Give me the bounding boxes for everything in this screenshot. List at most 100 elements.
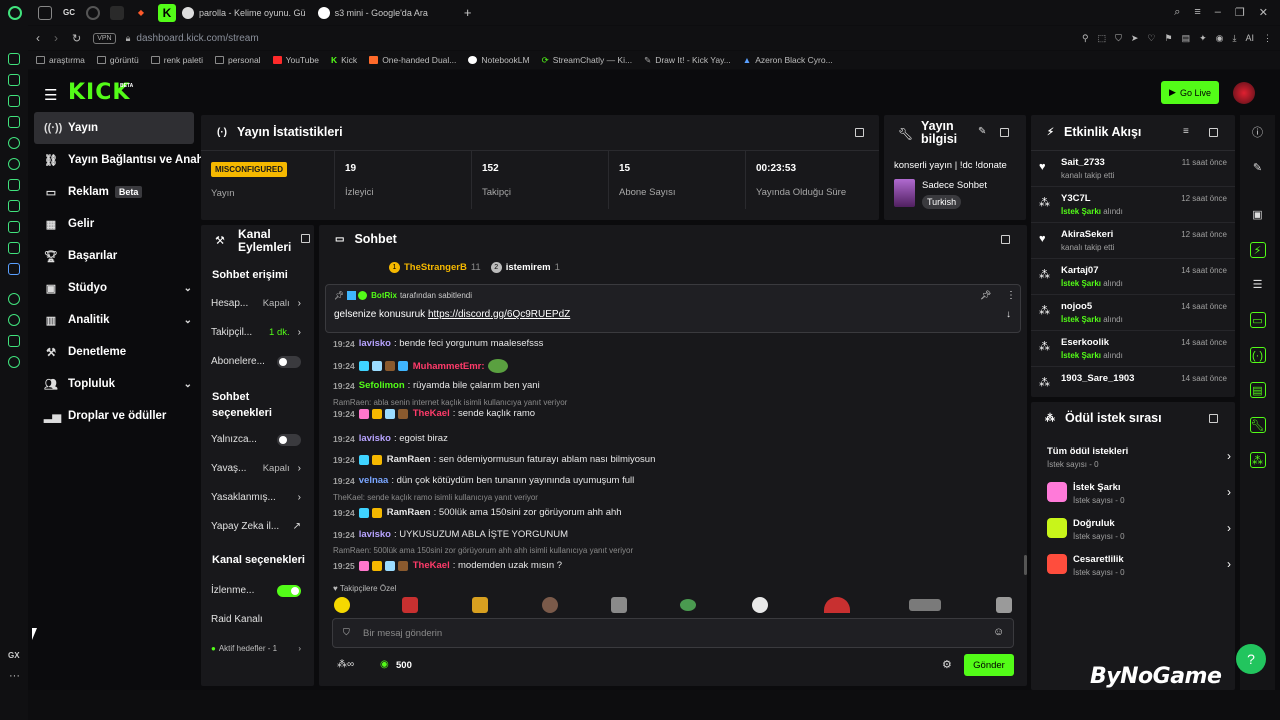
emote-icon[interactable]	[334, 597, 350, 613]
app-icon[interactable]	[8, 263, 20, 275]
tiktok-icon[interactable]	[8, 221, 20, 233]
settings-gear-icon[interactable]	[8, 356, 20, 368]
toggle[interactable]	[277, 433, 301, 446]
emote-icon[interactable]	[909, 599, 941, 611]
toggle[interactable]	[277, 584, 301, 597]
more-icon[interactable]: ···	[9, 670, 20, 682]
sidebar-item-drops[interactable]: ▂▅ Droplar ve ödüller	[34, 400, 204, 432]
expand-icon[interactable]	[1001, 235, 1010, 244]
expand-icon[interactable]	[1209, 128, 1218, 137]
lightning-icon[interactable]: ⚡︎	[1249, 242, 1266, 258]
tab-strip-icon[interactable]	[38, 5, 52, 20]
bookmark-item[interactable]: ✎ Draw It! - Kick Yay...	[644, 55, 731, 66]
minimize-icon[interactable]: –	[1215, 6, 1221, 19]
account-age-setting[interactable]: Hesap... Kapalı ›	[201, 289, 311, 318]
more-icon[interactable]: ⋮	[1006, 290, 1016, 301]
raid-channel-setting[interactable]: Raid Kanalı	[201, 605, 311, 634]
gx-control-icon[interactable]	[8, 53, 20, 65]
filter-icon[interactable]: ≡	[1183, 126, 1189, 137]
edit-icon[interactable]: ✎	[978, 126, 986, 137]
kick-tab-icon[interactable]: K	[158, 3, 176, 22]
emote-icon[interactable]	[752, 597, 768, 613]
heart-icon[interactable]: ♡	[1147, 33, 1155, 44]
search-icon[interactable]: ⌕	[1174, 6, 1180, 19]
collapse-icon[interactable]: ↓	[1006, 309, 1011, 320]
pin-icon[interactable]: ⚲	[1082, 33, 1089, 44]
reward-dare[interactable]: Cesaretlilik İstek sayısı - 0 ›	[1043, 550, 1235, 586]
send-button[interactable]: Gönder	[964, 654, 1014, 676]
emote-icon[interactable]	[472, 597, 488, 613]
puzzle-icon[interactable]: ✦	[1199, 33, 1207, 44]
wrench-icon[interactable]: 🔧︎	[1249, 417, 1266, 433]
shield-icon[interactable]: ⛉	[1115, 33, 1122, 44]
sidebar-item-analytics[interactable]: ▥ Analitik ⌄	[34, 304, 204, 336]
camera-icon[interactable]: ◉	[1216, 33, 1224, 44]
emoji-icon[interactable]: ☺	[993, 626, 1004, 638]
emote-icon[interactable]	[542, 597, 558, 613]
download-icon[interactable]: ⤓	[1233, 33, 1237, 44]
sidebar-item-studio[interactable]: ▣ Stüdyo ⌄	[34, 272, 204, 304]
reward-icon[interactable]: ⁂	[1249, 452, 1266, 468]
broadcast-icon[interactable]: (·)	[1249, 347, 1266, 363]
doc-icon[interactable]: ▤	[1182, 33, 1191, 44]
bookmark-item[interactable]: One-handed Dual...	[369, 55, 456, 65]
info-icon[interactable]: ⓘ	[1250, 125, 1266, 141]
player-icon[interactable]	[8, 293, 20, 305]
sidebar-item-stream-key[interactable]: ⛓ Yayın Bağlantısı ve Anahtar	[34, 144, 218, 176]
ai-moderation-setting[interactable]: Yapay Zeka il... ↗	[201, 512, 311, 541]
banned-words-setting[interactable]: Yasaklanmış... ›	[201, 483, 311, 512]
whatsapp-icon[interactable]	[8, 158, 20, 170]
music-icon[interactable]	[110, 5, 124, 20]
bookmark-item[interactable]: ▲ Azeron Black Cyro...	[743, 55, 833, 65]
bookmark-folder[interactable]: araştırma	[36, 55, 85, 65]
expand-icon[interactable]	[855, 128, 864, 137]
discord-icon[interactable]	[8, 179, 20, 191]
reload-icon[interactable]: ↻	[72, 32, 81, 45]
gx-cleaner-icon[interactable]	[8, 74, 20, 86]
loading-icon[interactable]	[86, 5, 100, 20]
tab-parolla[interactable]: parolla - Kelime oyunu. Gü	[176, 3, 312, 23]
help-button[interactable]: ?	[1236, 644, 1266, 674]
bookmark-item[interactable]: NotebookLM	[468, 55, 530, 65]
new-tab-button[interactable]: +	[458, 3, 478, 23]
bookmark-item[interactable]: ⟳ StreamChatly — Ki...	[542, 55, 632, 66]
bookmark-youtube[interactable]: YouTube	[272, 55, 319, 65]
ai-button[interactable]: AI	[1245, 33, 1254, 43]
emote-icon[interactable]	[996, 597, 1012, 613]
gc-icon[interactable]: GC	[62, 6, 76, 20]
bookmark-icon[interactable]: ⚑	[1165, 33, 1173, 44]
emote-icon[interactable]	[402, 597, 418, 613]
discord-link[interactable]: https://discord.gg/6Qc9RUEPdZ	[428, 309, 570, 320]
chat-icon[interactable]: ▭	[1249, 312, 1266, 328]
unpin-icon[interactable]: 📌︎	[980, 290, 991, 301]
reward-all-requests[interactable]: Tüm ödül istekleri İstek sayısı - 0 ›	[1043, 442, 1235, 478]
edit-icon[interactable]: ✎	[1250, 160, 1266, 176]
history-icon[interactable]	[8, 314, 20, 326]
menu-icon[interactable]: ≡	[1194, 6, 1200, 19]
forward-icon[interactable]: ›	[54, 31, 58, 45]
reward-song-request[interactable]: İstek Şarkı İstek sayısı - 0 ›	[1043, 478, 1235, 514]
go-live-button[interactable]: ▶ Go Live	[1161, 81, 1219, 104]
layout-icon[interactable]: ▤	[1249, 382, 1266, 398]
mail-icon[interactable]	[8, 116, 20, 128]
toggle[interactable]	[277, 355, 301, 368]
bookmark-folder[interactable]: görüntü	[96, 55, 139, 65]
followers-only-setting[interactable]: Takipçil... 1 dk. ›	[201, 318, 311, 347]
restore-icon[interactable]: ❐	[1235, 6, 1245, 19]
extensions-icon[interactable]	[8, 335, 20, 347]
category-name[interactable]: Sadece Sohbet	[922, 180, 987, 191]
avatar[interactable]	[1233, 82, 1255, 104]
snapshot-icon[interactable]: ⬚	[1098, 33, 1107, 44]
hamburger-icon[interactable]: ☰	[44, 86, 57, 104]
twitch-icon[interactable]	[8, 95, 20, 107]
bookmark-folder[interactable]: renk paleti	[150, 55, 203, 65]
sidebar-item-moderation[interactable]: ⚒ Denetleme	[34, 336, 204, 368]
expand-icon[interactable]	[1000, 128, 1009, 137]
expand-icon[interactable]	[301, 234, 310, 243]
scrollbar[interactable]	[1024, 555, 1027, 575]
expand-icon[interactable]	[1209, 414, 1218, 423]
sidebar-item-yayin[interactable]: ((·)) Yayın	[34, 112, 204, 144]
opera-gx-logo-icon[interactable]	[8, 5, 22, 20]
messenger-icon[interactable]	[8, 137, 20, 149]
tab-google-search[interactable]: s3 mini - Google'da Ara	[312, 3, 434, 23]
